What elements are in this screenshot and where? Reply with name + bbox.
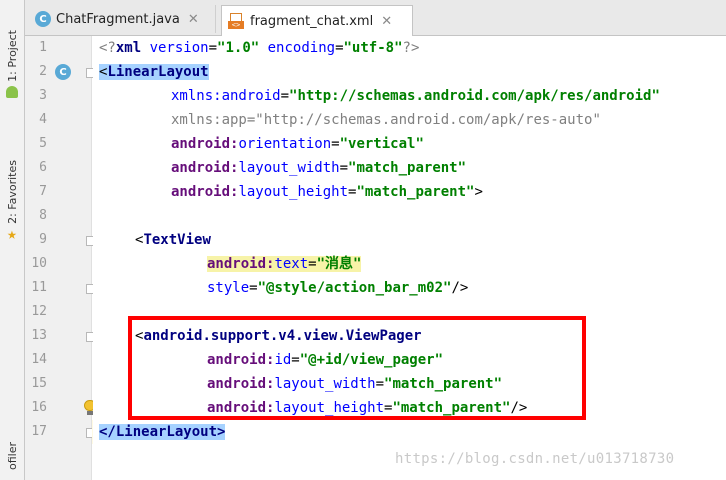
line-number: 2	[39, 64, 47, 79]
line-number: 11	[31, 280, 47, 295]
profiler-tool-tab[interactable]: ofiler	[3, 442, 21, 470]
class-marker-icon[interactable]: C	[55, 64, 71, 80]
line-number: 1	[39, 40, 47, 55]
close-icon[interactable]: ✕	[381, 14, 392, 29]
line-number: 14	[31, 352, 47, 367]
line-number: 15	[31, 376, 47, 391]
code-line-10: android:text="消息"	[207, 256, 362, 272]
xml-file-icon: <>	[228, 13, 244, 29]
code-line-3: xmlns:android="http://schemas.android.co…	[171, 88, 660, 104]
favorites-tab-label: 2: Favorites	[5, 160, 19, 224]
favorites-tool-tab[interactable]: 2: Favorites ★	[3, 160, 21, 242]
line-number: 7	[39, 184, 47, 199]
line-number: 4	[39, 112, 47, 127]
tab-chatfragment-java[interactable]: C ChatFragment.java ✕	[29, 5, 216, 33]
line-number: 9	[39, 232, 47, 247]
code-line-2: <LinearLayout	[99, 64, 209, 80]
line-number: 13	[31, 328, 47, 343]
project-tab-label: 1: Project	[5, 30, 19, 82]
line-number: 3	[39, 88, 47, 103]
line-number: 8	[39, 208, 47, 223]
code-line-7: android:layout_height="match_parent">	[171, 184, 483, 200]
tool-window-strip: 1: Project 2: Favorites ★ ofiler	[0, 0, 25, 480]
editor-tab-bar: C ChatFragment.java ✕ <> fragment_chat.x…	[25, 0, 726, 36]
code-line-11: style="@style/action_bar_m02"/>	[207, 280, 469, 296]
android-icon	[6, 85, 18, 98]
code-line-6: android:layout_width="match_parent"	[171, 160, 467, 176]
tab-label: fragment_chat.xml	[250, 13, 374, 29]
project-tool-tab[interactable]: 1: Project	[3, 30, 21, 98]
profiler-tab-label: ofiler	[5, 442, 19, 471]
class-c-icon: C	[35, 11, 51, 27]
line-number: 16	[31, 400, 47, 415]
code-line-1: <?xml version="1.0" encoding="utf-8"?>	[99, 40, 420, 56]
line-number: 12	[31, 304, 47, 319]
code-line-4: xmlns:app="http://schemas.android.com/ap…	[171, 112, 601, 128]
line-number: 5	[39, 136, 47, 151]
line-number: 17	[31, 424, 47, 439]
watermark-text: https://blog.csdn.net/u013718730	[395, 451, 675, 467]
tab-label: ChatFragment.java	[56, 11, 180, 27]
code-line-5: android:orientation="vertical"	[171, 136, 424, 152]
tab-fragment-chat-xml[interactable]: <> fragment_chat.xml ✕	[221, 5, 413, 36]
annotation-highlight-box	[128, 316, 586, 420]
close-icon[interactable]: ✕	[188, 12, 199, 27]
star-icon: ★	[7, 223, 17, 243]
line-number: 6	[39, 160, 47, 175]
editor-gutter[interactable]: 1 2 3 4 5 6 7 8 9 10 11 12 13 14 15 16 1…	[25, 36, 96, 480]
line-number: 10	[31, 256, 47, 271]
code-line-17: </LinearLayout>	[99, 424, 226, 440]
code-line-9: <TextView	[135, 232, 211, 248]
